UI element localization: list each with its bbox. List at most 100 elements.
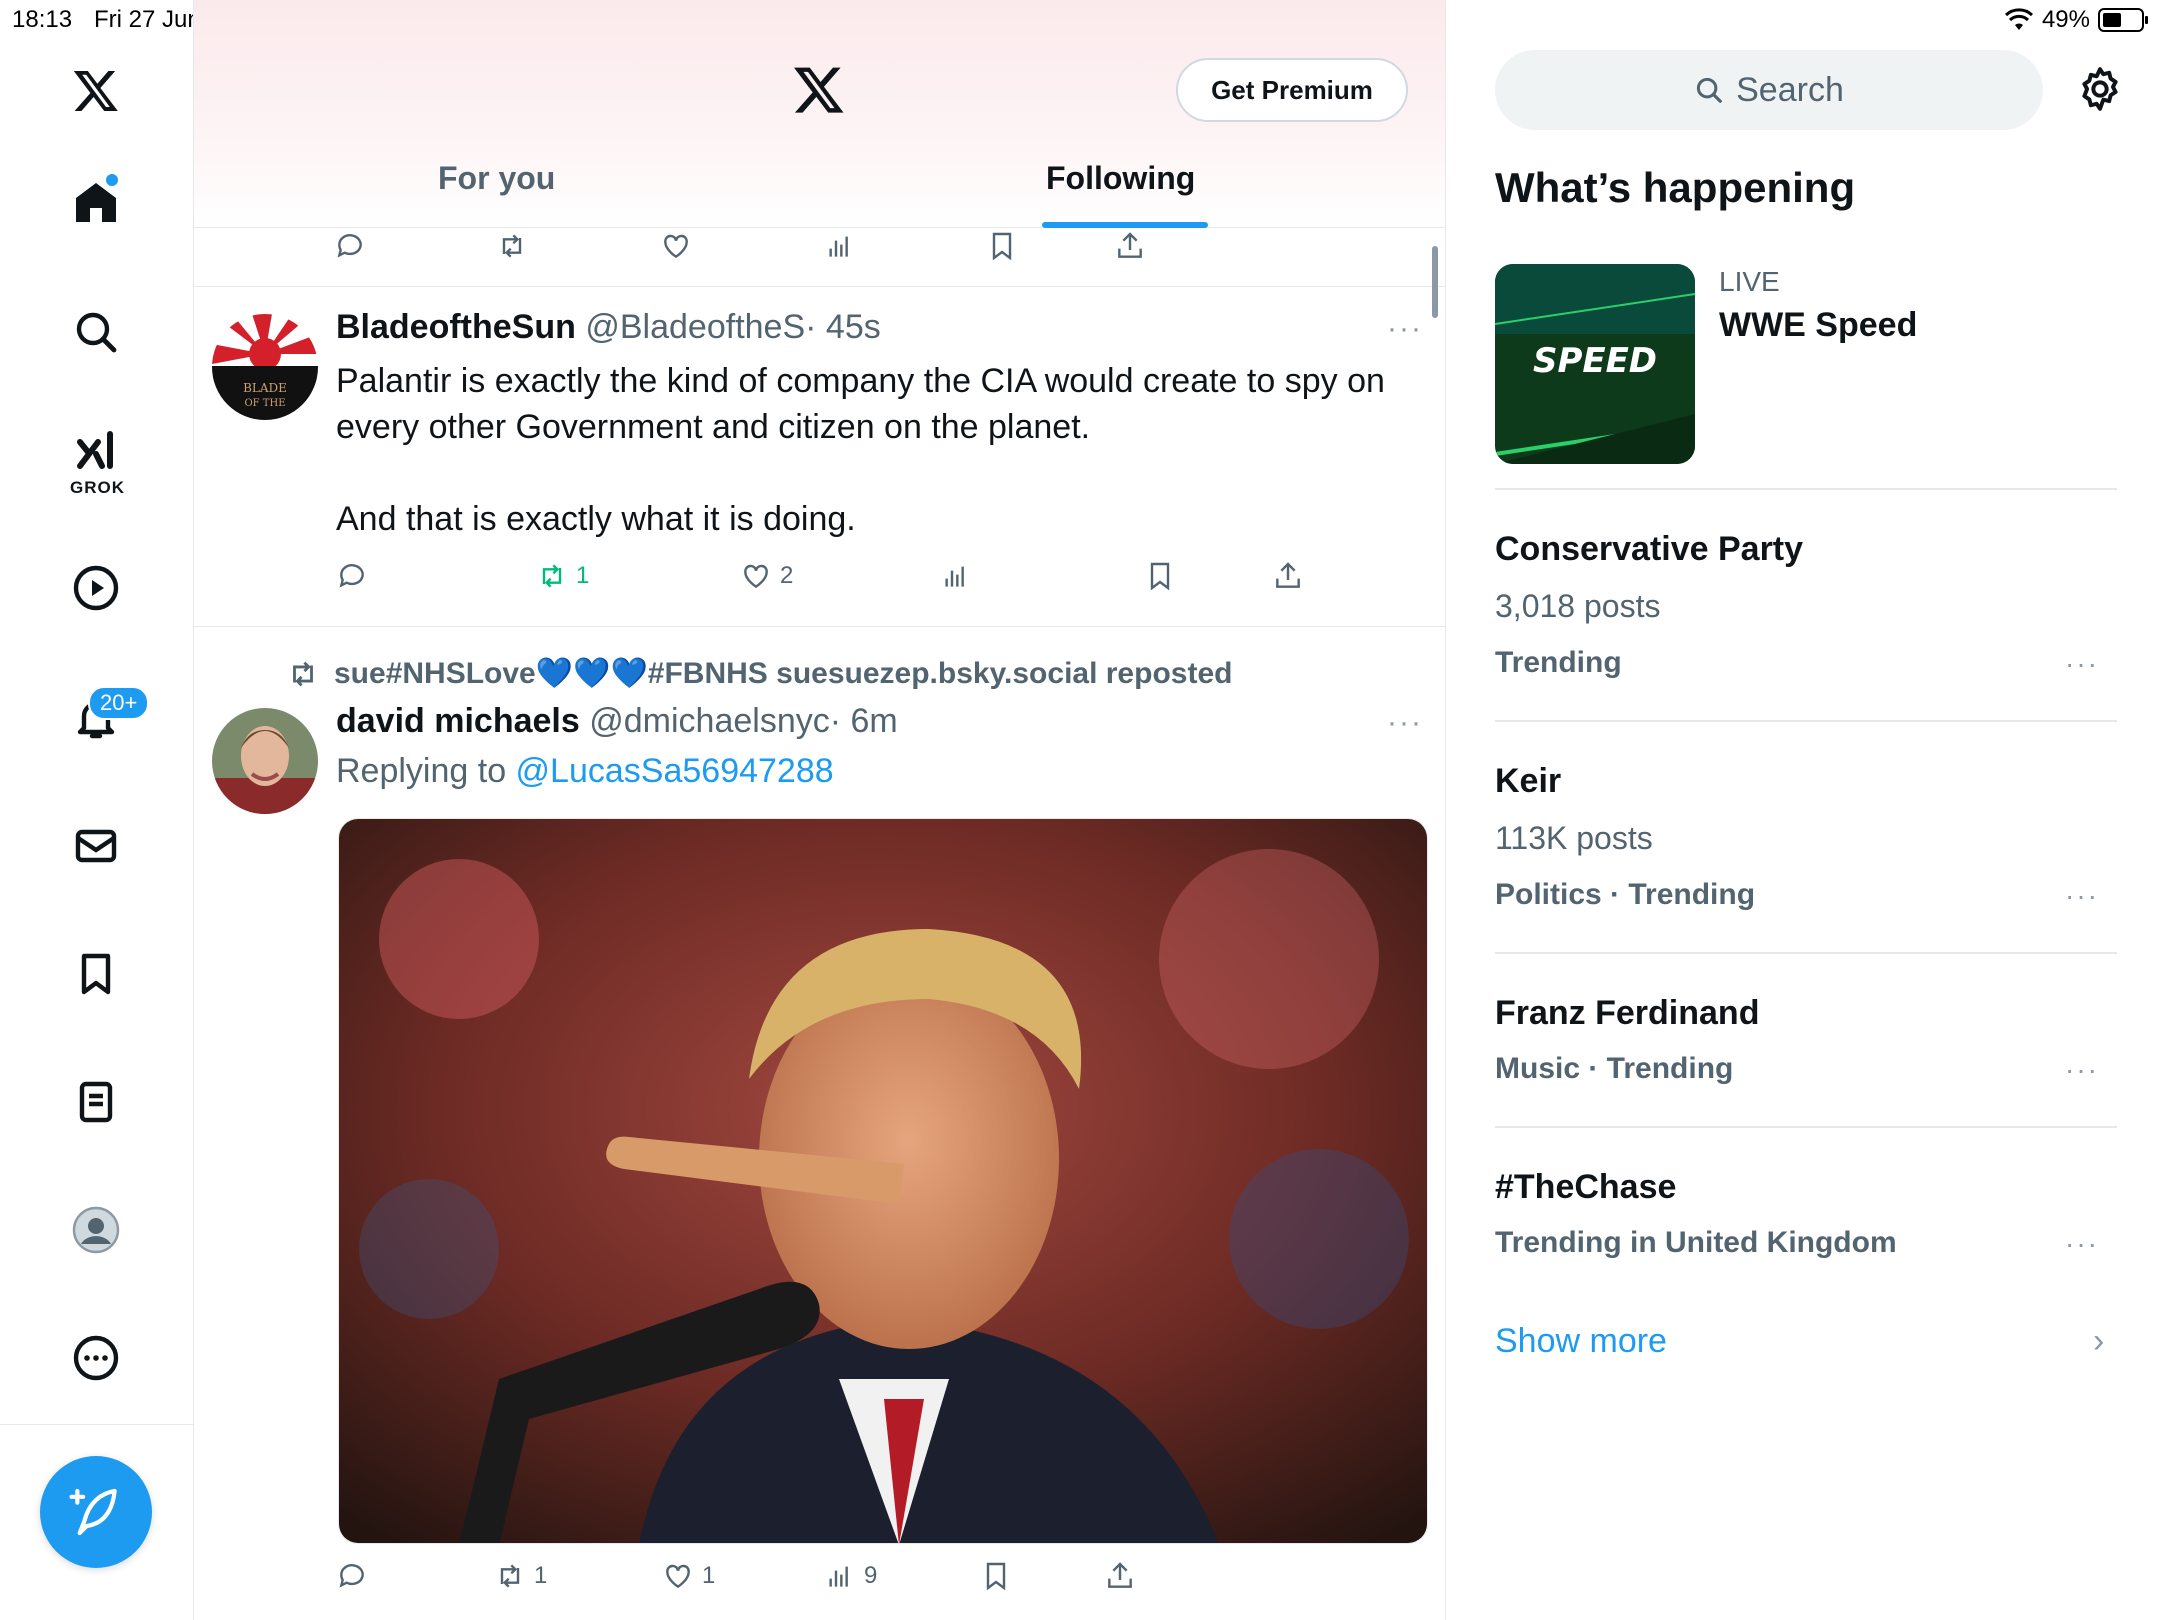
live-title: WWE Speed <box>1719 306 1918 344</box>
right-sidebar: Search What’s happening SPEED LIVE WWE S… <box>1447 0 2160 1620</box>
author-name[interactable]: david michaels <box>336 702 580 740</box>
reply-icon <box>339 1564 364 1588</box>
tweet-actions: 1 2 <box>194 556 1445 596</box>
like-icon <box>666 1564 690 1589</box>
more-icon[interactable] <box>56 1318 136 1398</box>
home-unread-dot <box>106 174 118 186</box>
share-button[interactable] <box>1272 560 1304 592</box>
repost-icon <box>500 1564 520 1588</box>
trend-category: Trending in United Kingdom <box>1495 1226 1897 1259</box>
list-icon[interactable] <box>56 1062 136 1142</box>
tweet-time[interactable]: · 6m <box>830 702 898 740</box>
replying-to-link[interactable]: @LucasSa56947288 <box>516 752 834 790</box>
reply-button[interactable] <box>336 1560 368 1592</box>
share-button[interactable] <box>1104 1560 1136 1592</box>
trend-more-icon[interactable]: ··· <box>2065 1054 2099 1086</box>
share-icon[interactable] <box>1114 230 1146 262</box>
trend-divider <box>1495 488 2117 490</box>
like-count: 1 <box>702 1562 716 1589</box>
settings-gear-icon[interactable] <box>2075 64 2125 119</box>
share-icon <box>1108 1562 1132 1588</box>
reply-icon <box>339 564 364 588</box>
search-input[interactable]: Search <box>1736 71 1844 110</box>
x-logo-icon[interactable] <box>56 50 136 130</box>
tweet-divider <box>194 286 1445 287</box>
search-icon[interactable] <box>56 292 136 372</box>
views-button[interactable]: 9 <box>824 1560 877 1592</box>
repost-count: 1 <box>576 562 590 589</box>
repost-context[interactable]: sue#NHSLove💙💙💙#FBNHS suesuezep.bsky.soci… <box>286 656 1232 691</box>
profile-icon[interactable] <box>56 1190 136 1270</box>
repost-button[interactable]: 1 <box>494 1560 547 1592</box>
bookmark-icon[interactable] <box>56 934 136 1014</box>
trend-category: Trending <box>1495 646 1622 679</box>
tweet-actions: 1 1 9 <box>194 1556 1445 1596</box>
compose-post-button[interactable] <box>40 1456 152 1568</box>
bookmark-action-icon <box>986 1562 1006 1591</box>
views-count: 9 <box>864 1562 878 1589</box>
svg-text:BLADE: BLADE <box>243 381 287 395</box>
timeline-column: Get Premium For you Following BLADE OF T… <box>194 0 1446 1620</box>
trend-title: Conservative Party <box>1495 530 1804 568</box>
repost-button[interactable]: 1 <box>536 560 589 592</box>
nav-divider <box>0 1424 194 1425</box>
avatar[interactable]: BLADE OF THE <box>212 314 318 420</box>
whats-happening-heading: What’s happening <box>1495 164 1856 211</box>
chevron-right-icon[interactable]: › <box>2093 1322 2104 1361</box>
trend-post-count: 3,018 posts <box>1495 588 1661 624</box>
avatar[interactable] <box>212 708 318 814</box>
tweet-header: BladeoftheSun @BladeoftheS· 45s <box>336 308 881 347</box>
repost-icon[interactable] <box>496 230 528 262</box>
share-icon <box>1276 562 1300 588</box>
tweet-more-icon[interactable]: ··· <box>1387 312 1423 346</box>
views-icon[interactable] <box>824 230 856 262</box>
tweet-text: Palantir is exactly the kind of company … <box>336 362 1385 446</box>
repost-icon <box>542 564 562 588</box>
live-label: LIVE <box>1719 266 1780 297</box>
tab-following[interactable]: Following <box>1046 160 1195 197</box>
trend-title: Franz Ferdinand <box>1495 994 1760 1032</box>
live-event-thumbnail[interactable]: SPEED <box>1495 264 1695 464</box>
views-icon <box>945 566 964 587</box>
tab-for-you[interactable]: For you <box>438 160 555 197</box>
like-button[interactable]: 1 <box>662 1560 715 1592</box>
trend-divider <box>1495 952 2117 954</box>
views-icon <box>829 1566 848 1587</box>
like-icon <box>744 564 768 589</box>
reply-button[interactable] <box>336 560 368 592</box>
home-icon[interactable] <box>56 162 136 242</box>
bookmark-button[interactable] <box>1144 560 1176 592</box>
notifications-badge: 20+ <box>88 686 150 720</box>
bookmark-action-icon <box>1150 562 1170 591</box>
reposted-by-text: sue#NHSLove💙💙💙#FBNHS suesuezep.bsky.soci… <box>334 657 1233 690</box>
video-icon[interactable] <box>56 548 136 628</box>
bookmark-button[interactable] <box>980 1560 1012 1592</box>
tweet-header: david michaels @dmichaelsnyc· 6m <box>336 702 898 741</box>
timeline-scrollbar[interactable] <box>1432 246 1438 318</box>
reply-icon[interactable] <box>334 230 366 262</box>
views-button[interactable] <box>940 560 972 592</box>
like-button[interactable]: 2 <box>740 560 793 592</box>
svg-text:OF THE: OF THE <box>244 398 285 409</box>
trend-divider <box>1495 720 2117 722</box>
mail-icon[interactable] <box>56 806 136 886</box>
tweet-more-icon[interactable]: ··· <box>1387 706 1423 740</box>
get-premium-button[interactable]: Get Premium <box>1176 58 1408 122</box>
trend-category: Politics · Trending <box>1495 878 1756 911</box>
search-box[interactable]: Search <box>1495 50 2043 130</box>
author-handle[interactable]: @BladeoftheS <box>585 308 805 346</box>
show-more-link[interactable]: Show more <box>1495 1322 1667 1361</box>
tweet-image[interactable] <box>338 818 1428 1544</box>
trend-more-icon[interactable]: ··· <box>2065 880 2099 912</box>
bookmark-action-icon[interactable] <box>986 230 1018 262</box>
like-icon[interactable] <box>660 230 692 262</box>
author-handle[interactable]: @dmichaelsnyc <box>589 702 830 740</box>
trend-more-icon[interactable]: ··· <box>2065 648 2099 680</box>
replying-to-line: Replying to @LucasSa56947288 <box>336 752 834 791</box>
search-icon <box>1697 77 1722 103</box>
trend-divider <box>1495 1126 2117 1128</box>
left-navigation: GROK 20+ <box>0 0 194 1620</box>
trend-more-icon[interactable]: ··· <box>2065 1228 2099 1260</box>
tweet-time[interactable]: · 45s <box>805 308 881 346</box>
author-name[interactable]: BladeoftheSun <box>336 308 576 346</box>
